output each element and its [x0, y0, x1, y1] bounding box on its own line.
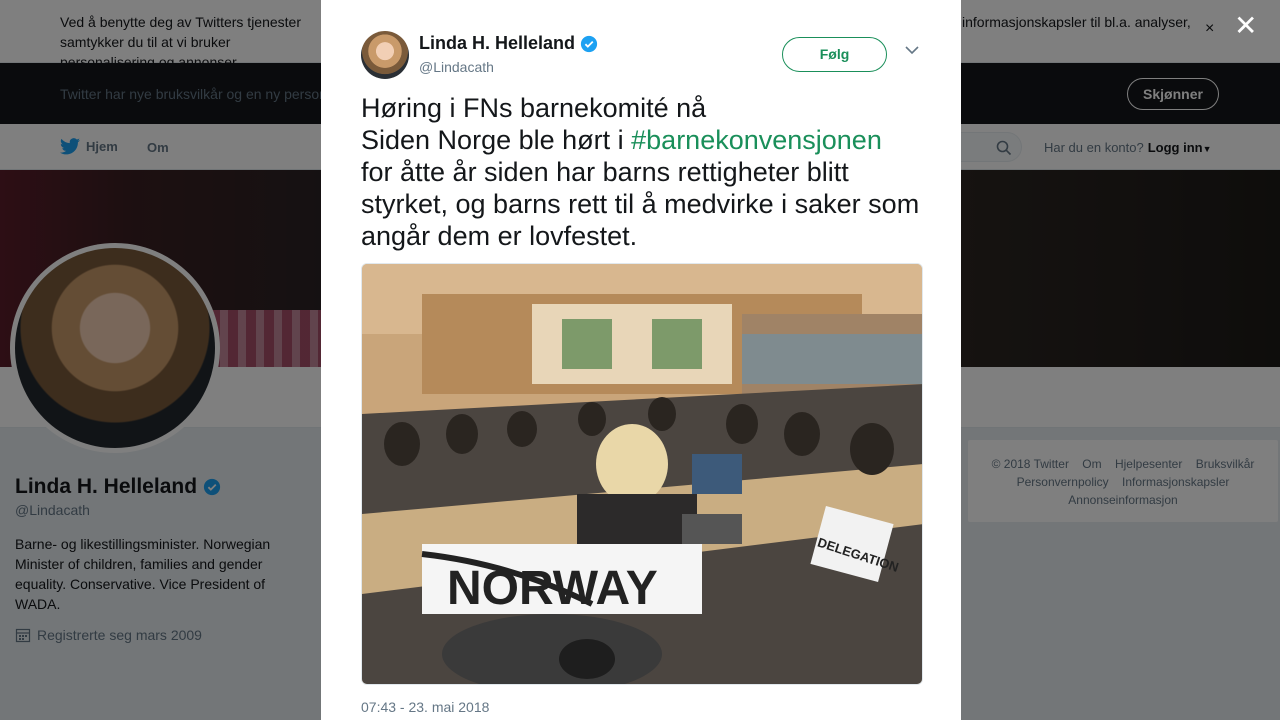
tweet-photo-image: DELEGATION NORWAY: [362, 264, 922, 684]
follow-button[interactable]: Følg: [782, 37, 887, 72]
tweet-text: Høring i FNs barnekomité nå Siden Norge …: [361, 92, 931, 252]
hashtag-link[interactable]: #barnekonvensjonen: [631, 125, 882, 155]
tweet-author-handle[interactable]: @Lindacath: [419, 59, 494, 75]
tweet-author-name[interactable]: Linda H. Helleland: [419, 33, 598, 54]
close-icon[interactable]: ✕: [1234, 12, 1257, 40]
tweet-photo[interactable]: DELEGATION NORWAY: [361, 263, 923, 685]
chevron-down-icon[interactable]: [905, 46, 919, 55]
tweet-line-2: Siden Norge ble hørt i #barnekonvensjone…: [361, 124, 931, 156]
tweet-line-2-text: Siden Norge ble hørt i: [361, 125, 632, 155]
tweet-author-avatar[interactable]: [361, 31, 409, 79]
tweet-line-3: for åtte år siden har barns rettigheter …: [361, 157, 920, 251]
tweet-timestamp[interactable]: 07:43 - 23. mai 2018: [361, 699, 489, 715]
tweet-author-name-text: Linda H. Helleland: [419, 33, 576, 53]
tweet-line-1: Høring i FNs barnekomité nå: [361, 93, 707, 123]
tweet-modal: Linda H. Helleland @Lindacath Følg Hørin…: [321, 0, 961, 720]
verified-icon: [580, 35, 598, 52]
